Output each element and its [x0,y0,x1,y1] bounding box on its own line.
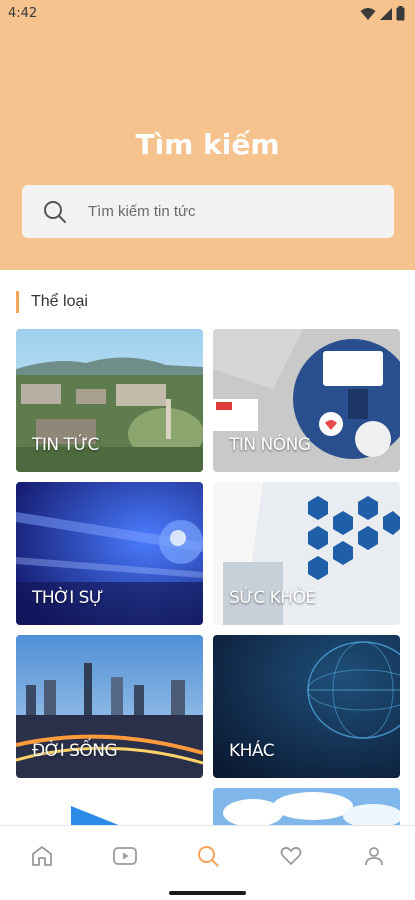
section-title: Thể loại [16,291,88,313]
category-card-partial[interactable] [213,788,400,825]
category-image-partial-sky [213,788,400,825]
heart-icon [280,846,302,865]
signal-icon [380,7,392,20]
category-image-partial-play [16,788,203,825]
category-card-khac[interactable]: KHÁC [213,635,400,778]
bottom-nav [0,825,415,885]
nav-video[interactable] [111,842,139,870]
video-icon [113,847,137,865]
battery-icon [396,6,405,21]
home-bar[interactable] [169,891,246,895]
header: 4:42 Tìm kiếm [0,0,415,270]
search-box[interactable] [22,185,394,238]
nav-home[interactable] [28,842,56,870]
category-card-partial[interactable] [16,788,203,825]
home-indicator [0,885,415,900]
nav-search[interactable] [194,842,222,870]
category-label: SỨC KHỎE [229,588,316,608]
status-time: 4:42 [8,6,38,21]
category-card-thoi-su[interactable]: THỜI SỰ [16,482,203,625]
status-bar: 4:42 [0,0,415,28]
search-icon [44,201,66,223]
main-content: Thể loại TIN TỨC TIN NÓNG THỜI SỰ SỨC KH… [0,270,415,825]
nav-favorites[interactable] [277,842,305,870]
category-label: ĐỜI SỐNG [32,741,118,761]
nav-profile[interactable] [360,842,388,870]
wifi-icon [360,7,376,20]
category-label: TIN TỨC [32,435,99,455]
status-icons [360,6,405,21]
user-icon [365,847,383,866]
home-icon [32,846,52,866]
category-card-doi-song[interactable]: ĐỜI SỐNG [16,635,203,778]
search-input[interactable] [88,185,378,238]
search-icon [198,846,219,867]
category-card-tin-nong[interactable]: TIN NÓNG [213,329,400,472]
category-label: KHÁC [229,741,275,761]
page-title: Tìm kiếm [135,128,280,161]
category-label: THỜI SỰ [32,588,103,608]
category-card-tin-tuc[interactable]: TIN TỨC [16,329,203,472]
category-label: TIN NÓNG [229,435,311,455]
category-card-suc-khoe[interactable]: SỨC KHỎE [213,482,400,625]
